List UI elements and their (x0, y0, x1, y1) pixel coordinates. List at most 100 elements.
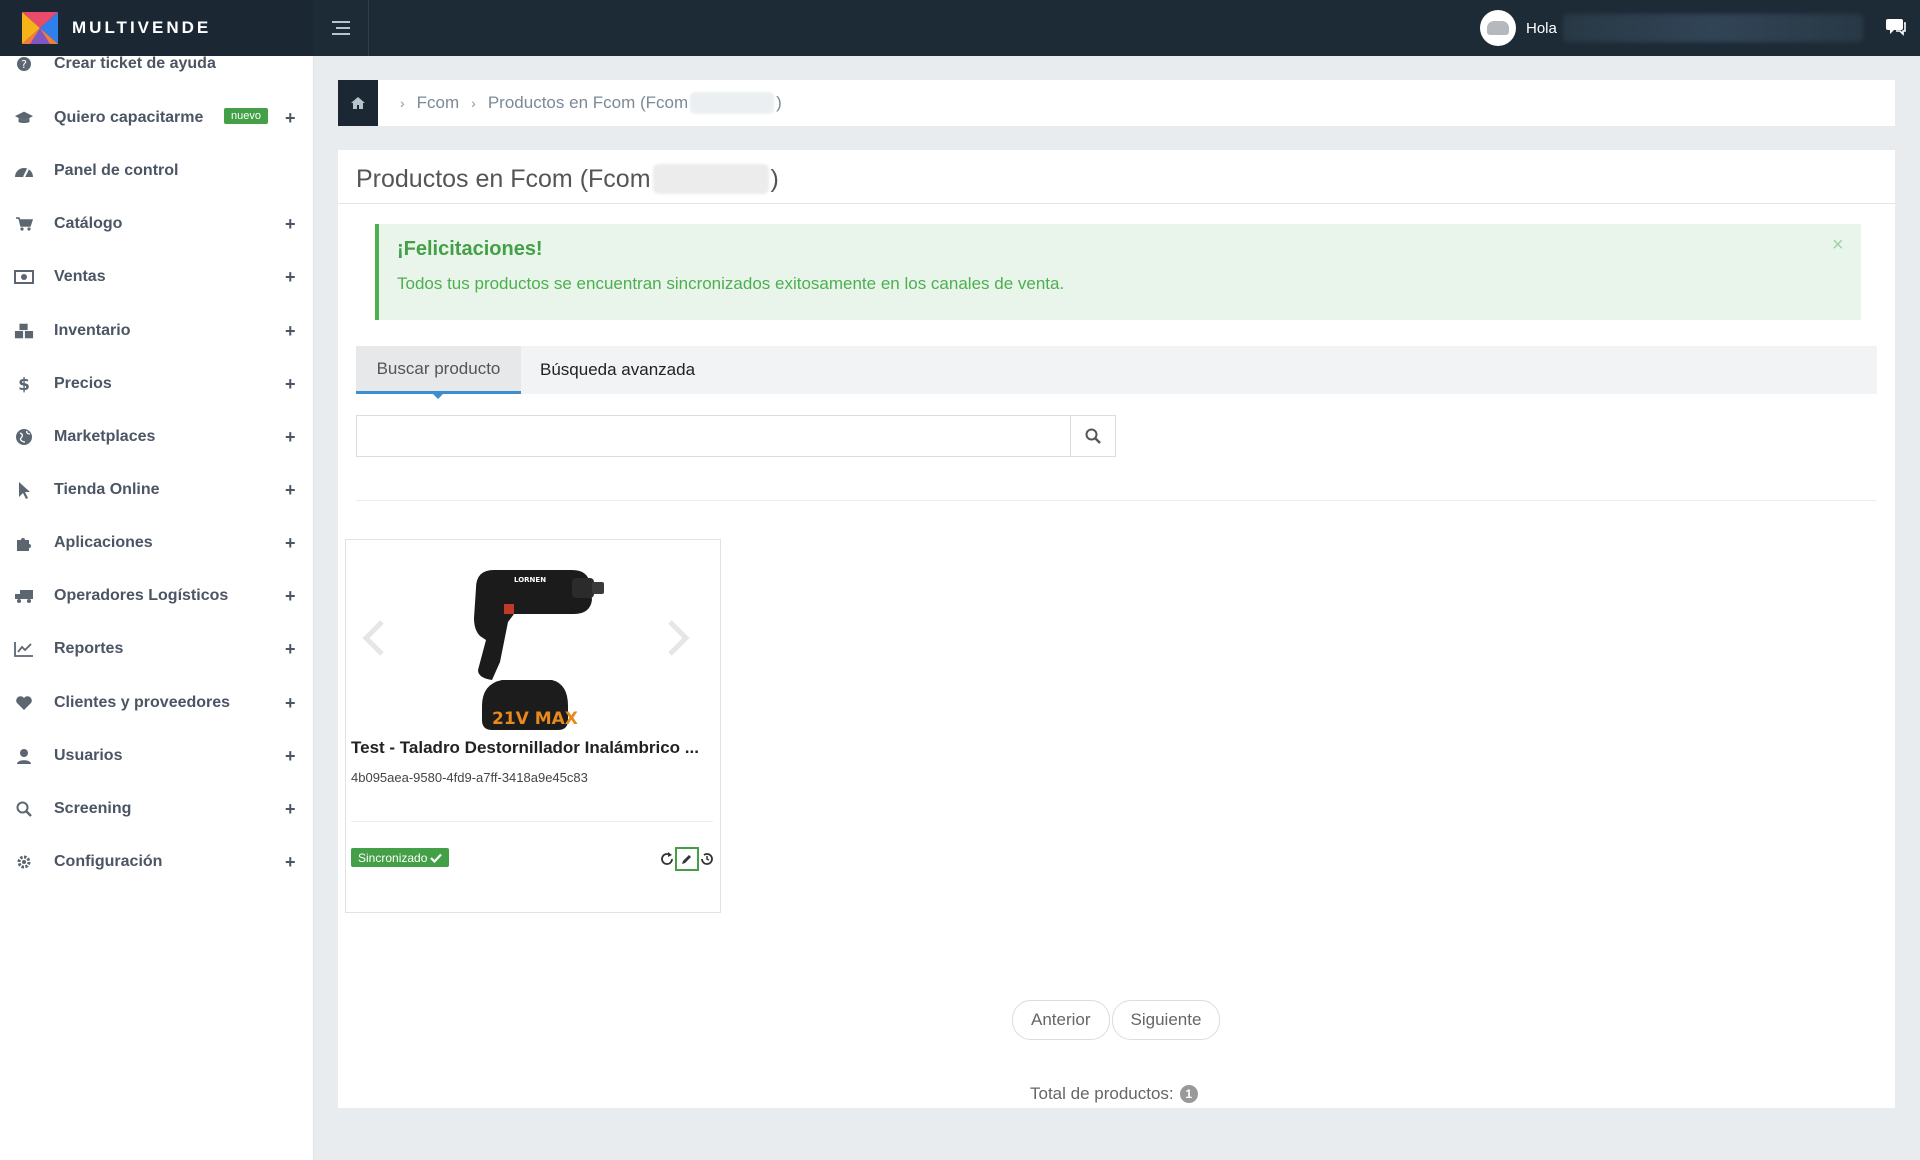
expand-plus-icon[interactable]: + (285, 852, 296, 873)
product-image[interactable]: 21V MAX LORNEN (458, 558, 608, 738)
search-input[interactable] (356, 415, 1071, 457)
sidebar-item-tienda-online[interactable]: Tienda Online + (0, 470, 313, 510)
breadcrumb-separator: › (471, 95, 476, 111)
heart-icon (14, 693, 34, 713)
sidebar-item-label: Marketplaces (54, 428, 156, 445)
chevron-right-icon[interactable] (662, 618, 692, 658)
expand-plus-icon[interactable]: + (285, 693, 296, 714)
help-circle-icon: ? (14, 56, 34, 74)
sidebar-item-label: Quiero capacitarme (54, 109, 204, 126)
graduation-cap-icon (14, 108, 34, 128)
money-icon (14, 267, 34, 287)
sidebar-item-precios[interactable]: $ Precios + (0, 364, 313, 404)
redacted-text (690, 92, 775, 114)
expand-plus-icon[interactable]: + (285, 108, 296, 129)
next-page-button[interactable]: Siguiente (1111, 1000, 1221, 1040)
breadcrumb-trail: › Fcom › Productos en Fcom (Fcom ) (388, 80, 782, 126)
sidebar-item-marketplaces[interactable]: Marketplaces + (0, 417, 313, 457)
expand-plus-icon[interactable]: + (285, 746, 296, 767)
sidebar-item-reportes[interactable]: Reportes + (0, 629, 313, 669)
sidebar-item-label: Catálogo (54, 215, 123, 232)
sidebar-item-label: Clientes y proveedores (54, 694, 231, 711)
expand-plus-icon[interactable]: + (285, 586, 296, 607)
sidebar-item-label: Inventario (54, 322, 131, 339)
sidebar-item-label: Screening (54, 800, 132, 817)
sidebar-item-aplicaciones[interactable]: Aplicaciones + (0, 523, 313, 563)
greeting: Hola (1526, 19, 1557, 37)
pagination: Anterior Siguiente (1012, 1000, 1222, 1040)
alert-title: ¡Felicitaciones! (397, 238, 543, 260)
brand[interactable]: MULTIVENDE (0, 0, 313, 56)
expand-plus-icon[interactable]: + (285, 267, 296, 288)
puzzle-icon (14, 533, 34, 553)
sidebar-item-label: Panel de control (54, 162, 179, 179)
product-sku: 4b095aea-9580-4fd9-a7ff-3418a9e45c83 (351, 770, 588, 785)
truck-icon (14, 586, 34, 606)
breadcrumb-item-current: Productos en Fcom (Fcom (487, 93, 689, 112)
chevron-left-icon[interactable] (360, 618, 390, 658)
sidebar-item-panel-de-control[interactable]: Panel de control (0, 151, 313, 191)
chat-icon[interactable] (1886, 16, 1906, 38)
total-label: Total de productos: (1030, 1084, 1174, 1103)
sidebar-item-catalogo[interactable]: Catálogo + (0, 204, 313, 244)
expand-plus-icon[interactable]: + (285, 799, 296, 820)
main-panel: Productos en Fcom (Fcom ) ¡Felicitacione… (338, 150, 1895, 1108)
close-icon[interactable]: × (1832, 234, 1844, 257)
menu-icon (331, 21, 350, 35)
sidebar-item-usuarios[interactable]: Usuarios + (0, 736, 313, 776)
sidebar-item-screening[interactable]: Screening + (0, 789, 313, 829)
expand-plus-icon[interactable]: + (285, 374, 296, 395)
search-button[interactable] (1070, 415, 1116, 457)
brand-label: LORNEN (514, 576, 546, 584)
product-card[interactable]: 21V MAX LORNEN Test - Taladro Destornill… (345, 539, 721, 913)
sidebar-item-label: Reportes (54, 640, 124, 657)
breadcrumb: › Fcom › Productos en Fcom (Fcom ) (338, 80, 1895, 126)
expand-plus-icon[interactable]: + (285, 480, 296, 501)
expand-plus-icon[interactable]: + (285, 533, 296, 554)
expand-plus-icon[interactable]: + (285, 214, 296, 235)
pointer-icon (14, 480, 34, 500)
cart-icon (14, 214, 34, 234)
previous-page-button[interactable]: Anterior (1012, 1000, 1110, 1040)
sidebar-toggle-button[interactable] (313, 0, 369, 56)
product-title[interactable]: Test - Taladro Destornillador Inalámbric… (351, 738, 713, 758)
divider (356, 500, 1877, 501)
sidebar-item-configuracion[interactable]: Configuración + (0, 842, 313, 882)
new-badge: nuevo (224, 108, 268, 124)
divider (351, 821, 713, 822)
edit-button[interactable] (675, 847, 699, 871)
expand-plus-icon[interactable]: + (285, 321, 296, 342)
search-tabs: Buscar producto Búsqueda avanzada (356, 346, 1877, 399)
sidebar-item-label: Usuarios (54, 747, 123, 764)
sidebar-item-ventas[interactable]: Ventas + (0, 257, 313, 297)
total-products: Total de productos: 1 (1030, 1084, 1198, 1104)
status-text: Sincronizado (358, 850, 428, 865)
breadcrumb-item-fcom[interactable]: Fcom (417, 93, 460, 113)
expand-plus-icon[interactable]: + (285, 639, 296, 660)
globe-icon (14, 427, 34, 447)
sync-icon[interactable] (659, 851, 675, 867)
divider (338, 203, 1895, 204)
sidebar-item-capacitarme[interactable]: Quiero capacitarme nuevo + (0, 98, 313, 138)
sidebar: ? Crear ticket de ayuda Quiero capacitar… (0, 56, 314, 1160)
home-button[interactable] (338, 80, 378, 126)
dollar-icon: $ (14, 374, 34, 394)
sidebar-item-operadores-logisticos[interactable]: Operadores Logísticos + (0, 576, 313, 616)
brand-name: MULTIVENDE (72, 18, 212, 37)
sidebar-item-crear-ticket[interactable]: ? Crear ticket de ayuda (0, 56, 313, 84)
tab-buscar-producto[interactable]: Buscar producto (356, 346, 521, 399)
status-badge: Sincronizado (351, 848, 450, 867)
success-alert: ¡Felicitaciones! Todos tus productos se … (375, 224, 1861, 320)
tab-busqueda-avanzada[interactable]: Búsqueda avanzada (540, 346, 695, 394)
check-icon (430, 853, 443, 863)
battery-label: 21V MAX (492, 709, 578, 729)
sidebar-item-inventario[interactable]: Inventario + (0, 311, 313, 351)
sidebar-item-label: Tienda Online (54, 481, 160, 498)
user-menu[interactable]: Hola (1480, 10, 1863, 46)
svg-text:?: ? (21, 58, 27, 71)
user-avatar-icon (1487, 21, 1509, 35)
card-actions (659, 847, 715, 871)
sidebar-item-clientes-proveedores[interactable]: Clientes y proveedores + (0, 683, 313, 723)
expand-plus-icon[interactable]: + (285, 427, 296, 448)
history-icon[interactable] (699, 851, 715, 867)
